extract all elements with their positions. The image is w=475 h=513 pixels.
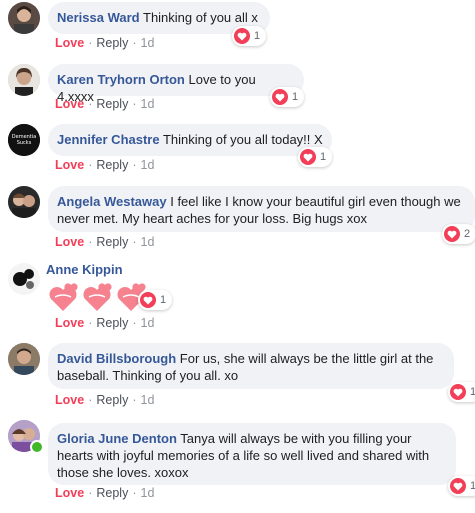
heart-icon [300, 149, 316, 165]
comment-time[interactable]: 1d [141, 97, 155, 111]
comment-author[interactable]: David Billsborough [57, 351, 176, 366]
love-button[interactable]: Love [55, 393, 84, 407]
avatar[interactable]: Dementia Sucks [8, 124, 40, 156]
comment-bubble: Angela Westaway I feel like I know your … [48, 186, 475, 232]
love-button[interactable]: Love [55, 316, 84, 330]
heart-icon [83, 283, 112, 311]
comment-time[interactable]: 1d [141, 316, 155, 330]
comment-actions: Love · Reply · 1d [55, 235, 154, 249]
comment-bubble: David Billsborough For us, she will alwa… [48, 343, 454, 389]
reaction-count[interactable]: 2 [442, 224, 475, 244]
separator: · [88, 316, 93, 330]
comment-actions: Love · Reply · 1d [55, 36, 154, 50]
avatar[interactable] [8, 263, 40, 295]
reaction-number: 1 [254, 30, 261, 42]
online-status-indicator [30, 440, 44, 454]
reply-button[interactable]: Reply [96, 235, 128, 249]
heart-icon [450, 384, 466, 400]
comment-author[interactable]: Karen Tryhorn Orton [57, 72, 185, 87]
love-button[interactable]: Love [55, 486, 84, 500]
love-button[interactable]: Love [55, 158, 84, 172]
love-button[interactable]: Love [55, 36, 84, 50]
reaction-count[interactable]: 1 [448, 382, 475, 402]
svg-text:Sucks: Sucks [17, 140, 32, 146]
comment-bubble: Jennifer Chastre Thinking of you all tod… [48, 124, 332, 156]
separator: · [88, 393, 93, 407]
comment-time[interactable]: 1d [141, 393, 155, 407]
reaction-number: 1 [160, 294, 167, 306]
comment-author[interactable]: Jennifer Chastre [57, 132, 160, 147]
reply-button[interactable]: Reply [96, 316, 128, 330]
reply-button[interactable]: Reply [96, 97, 128, 111]
comment-author[interactable]: Gloria June Denton [57, 431, 177, 446]
comment-time[interactable]: 1d [141, 158, 155, 172]
reaction-number: 1 [470, 480, 475, 492]
separator: · [132, 97, 137, 111]
comment-actions: Love · Reply · 1d [55, 97, 154, 111]
comment-author[interactable]: Nerissa Ward [57, 10, 140, 25]
love-button[interactable]: Love [55, 97, 84, 111]
heart-icon [450, 478, 466, 494]
reaction-count[interactable]: 1 [298, 147, 333, 167]
reply-button[interactable]: Reply [96, 36, 128, 50]
comment-text: Thinking of you all x [143, 10, 258, 25]
reaction-count[interactable]: 1 [138, 290, 173, 310]
reply-button[interactable]: Reply [96, 486, 128, 500]
reaction-count[interactable]: 1 [232, 26, 267, 46]
comment-text: Thinking of you all today!! X [162, 132, 323, 147]
heart-icon [444, 226, 460, 242]
heart-icon [272, 89, 288, 105]
comment-author[interactable]: Anne Kippin [46, 262, 123, 277]
comment-actions: Love · Reply · 1d [55, 486, 154, 500]
heart-icon [49, 283, 78, 311]
separator: · [132, 486, 137, 500]
avatar[interactable] [8, 2, 40, 34]
heart-icon [234, 28, 250, 44]
avatar[interactable] [8, 186, 40, 218]
separator: · [88, 36, 93, 50]
comment-bubble: Gloria June Denton Tanya will always be … [48, 423, 456, 485]
reaction-number: 1 [292, 91, 299, 103]
separator: · [88, 486, 93, 500]
separator: · [132, 235, 137, 249]
reaction-count[interactable]: 1 [448, 476, 475, 496]
separator: · [132, 393, 137, 407]
separator: · [88, 97, 93, 111]
reaction-number: 1 [320, 151, 327, 163]
reply-button[interactable]: Reply [96, 158, 128, 172]
heart-icon [140, 292, 156, 308]
reaction-count[interactable]: 1 [270, 87, 305, 107]
separator: · [132, 36, 137, 50]
comment-actions: Love · Reply · 1d [55, 316, 154, 330]
reaction-number: 2 [464, 228, 471, 240]
separator: · [132, 158, 137, 172]
love-button[interactable]: Love [55, 235, 84, 249]
reply-button[interactable]: Reply [96, 393, 128, 407]
avatar[interactable] [8, 343, 40, 375]
comment-actions: Love · Reply · 1d [55, 158, 154, 172]
reaction-number: 1 [470, 386, 475, 398]
comment-time[interactable]: 1d [141, 235, 155, 249]
separator: · [88, 158, 93, 172]
comment-bubble: Karen Tryhorn Orton Love to you 4.xxxx [48, 64, 304, 104]
comment-actions: Love · Reply · 1d [55, 393, 154, 407]
avatar[interactable] [8, 64, 40, 96]
comment-time[interactable]: 1d [141, 36, 155, 50]
comment-time[interactable]: 1d [141, 486, 155, 500]
separator: · [88, 235, 93, 249]
comment-author[interactable]: Angela Westaway [57, 194, 167, 209]
separator: · [132, 316, 137, 330]
